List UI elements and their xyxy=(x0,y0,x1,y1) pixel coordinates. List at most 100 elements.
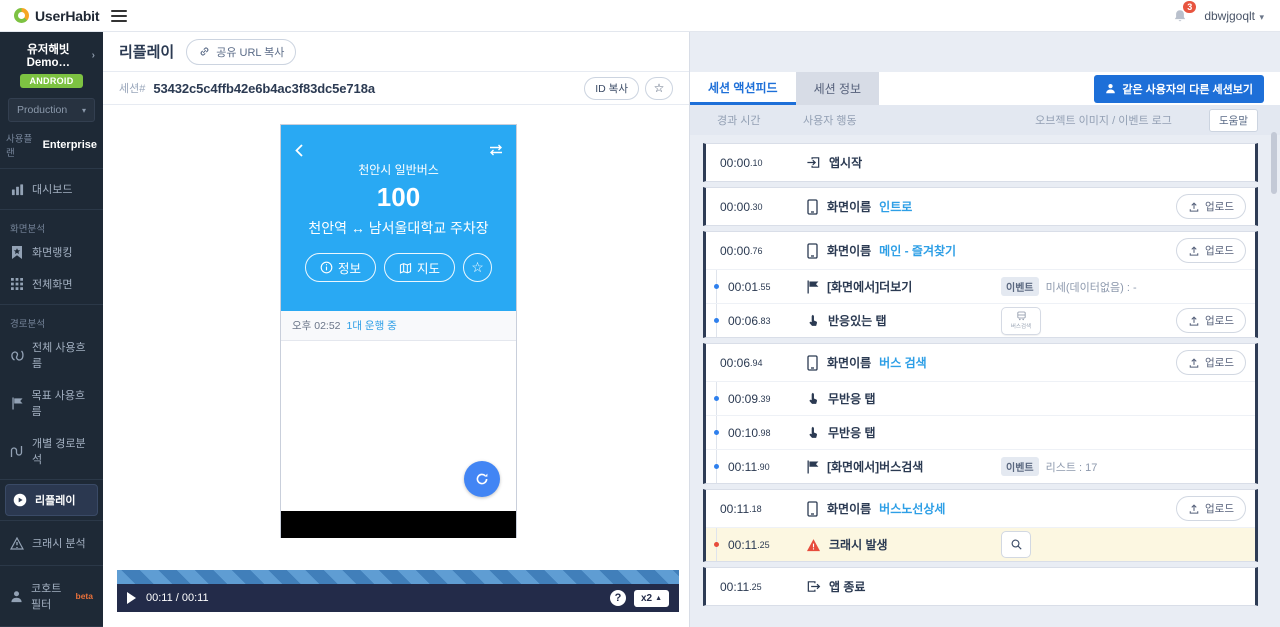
sidebar-item-cohort-filter[interactable]: 코호트 필터 beta xyxy=(0,572,103,620)
upload-button[interactable]: 업로드 xyxy=(1176,238,1246,263)
sidebar-item-crash-analysis[interactable]: 크래시 분석 xyxy=(0,527,103,559)
smartphone-icon xyxy=(807,500,818,517)
upload-icon xyxy=(1189,201,1199,212)
upload-button[interactable]: 업로드 xyxy=(1176,350,1246,375)
other-sessions-button[interactable]: 같은 사용자의 다른 세션보기 xyxy=(1094,74,1264,103)
timeline-dot xyxy=(714,396,719,401)
notification-count-badge: 3 xyxy=(1183,0,1197,13)
app-body xyxy=(281,341,516,511)
upload-icon xyxy=(1189,503,1199,514)
flag-icon xyxy=(10,397,24,410)
playback-speed-button[interactable]: x2 ▲ xyxy=(633,589,669,607)
feed-group: 00:11.18 화면이름 버스노선상세 업로드 00:11.25 크래시 발생 xyxy=(703,489,1258,562)
screen-name-link[interactable]: 메인 - 즐겨찾기 xyxy=(879,242,956,259)
beta-badge: beta xyxy=(75,591,93,601)
feed-row-app-start[interactable]: 00:00.10 앱시작 xyxy=(706,144,1255,181)
timeline-dot xyxy=(714,430,719,435)
environment-select[interactable]: Production ▾ xyxy=(8,98,95,122)
feed-row-app-end[interactable]: 00:11.25 앱 종료 xyxy=(706,568,1255,605)
feed-row-tap[interactable]: 00:10.98 무반응 탭 xyxy=(706,415,1255,449)
warning-triangle-icon xyxy=(10,536,24,550)
userhabit-logo-icon xyxy=(14,8,29,23)
upload-button[interactable]: 업로드 xyxy=(1176,496,1246,521)
feed-row-crash[interactable]: 00:11.25 크래시 발생 xyxy=(706,527,1255,561)
feed-row-event[interactable]: 00:11.90 [화면에서]버스검색 이벤트 리스트 : 17 xyxy=(706,449,1255,483)
username: dbwjgoqlt xyxy=(1204,8,1256,23)
link-icon xyxy=(200,47,209,56)
tab-session-info[interactable]: 세션 정보 xyxy=(795,72,880,105)
play-button[interactable] xyxy=(127,592,136,604)
sidebar-item-all-flow[interactable]: 전체 사용흐름 xyxy=(0,331,103,379)
thumbnail-label: 버스검색 xyxy=(1010,324,1032,330)
map-button: 지도 xyxy=(384,253,456,282)
bus-icon xyxy=(1016,311,1026,321)
question-mark-icon: ? xyxy=(614,592,622,604)
screen-name-link[interactable]: 인트로 xyxy=(879,198,912,215)
player-progress-bar[interactable] xyxy=(117,570,679,584)
bus-category: 천안시 일반버스 xyxy=(358,163,439,177)
smartphone-icon xyxy=(807,242,818,259)
app-selector[interactable]: 유저해빗 Demo… › xyxy=(8,41,95,69)
feed-scrollbar[interactable] xyxy=(1271,132,1277,194)
flow-loop-icon xyxy=(10,349,24,362)
chevron-down-icon: ▾ xyxy=(1259,11,1264,22)
sidebar-item-screen-ranking[interactable]: 화면랭킹 xyxy=(0,236,103,268)
sidebar-item-goal-flow[interactable]: 목표 사용흐름 xyxy=(0,379,103,427)
chevron-up-icon: ▲ xyxy=(655,594,662,602)
hamburger-menu-icon[interactable] xyxy=(111,7,128,25)
share-url-button[interactable]: 공유 URL 복사 xyxy=(186,38,297,65)
timeline-dot-crash xyxy=(714,542,719,547)
smartphone-icon xyxy=(807,198,818,215)
feed-row-screen[interactable]: 00:00.76 화면이름 메인 - 즐겨찾기 업로드 xyxy=(706,232,1255,269)
bus-route-number: 100 xyxy=(376,182,421,212)
feed-row-screen[interactable]: 00:11.18 화면이름 버스노선상세 업로드 xyxy=(706,490,1255,527)
sidebar-item-individual-path[interactable]: 개별 경로분석 xyxy=(0,427,103,475)
bookmark-star-icon xyxy=(10,245,24,259)
section-path-analysis: 경로분석 xyxy=(10,319,45,330)
upload-button[interactable]: 업로드 xyxy=(1176,308,1246,333)
brand[interactable]: UserHabit xyxy=(0,8,100,24)
grid-icon xyxy=(10,278,24,290)
screen-name-link[interactable]: 버스 검색 xyxy=(879,354,927,371)
flag-icon xyxy=(807,280,819,293)
notifications-button[interactable]: 3 xyxy=(1172,0,1197,24)
sidebar-item-replay[interactable]: 리플레이 xyxy=(5,484,98,516)
feed-column-headers: 경과 시간 사용자 행동 오브젝트 이미지 / 이벤트 로그 도움말 xyxy=(690,105,1280,135)
smartphone-icon xyxy=(807,354,818,371)
user-menu[interactable]: dbwjgoqlt ▾ xyxy=(1204,7,1264,25)
person-icon xyxy=(1106,84,1116,94)
back-arrow-icon xyxy=(293,143,305,158)
info-icon xyxy=(320,261,333,274)
upload-button[interactable]: 업로드 xyxy=(1176,194,1246,219)
session-id: 53432c5c4ffb42e6b4ac3f83dc5e718a xyxy=(153,80,375,96)
tab-action-feed[interactable]: 세션 액션피드 xyxy=(690,72,796,105)
crash-detail-button[interactable] xyxy=(1001,531,1031,558)
replay-player: 00:11 / 00:11 ? x2 ▲ xyxy=(117,570,679,612)
platform-badge: ANDROID xyxy=(20,74,83,88)
bus-route-description: 천안역 ↔ 남서울대학교 주차장 xyxy=(308,220,489,236)
sidebar-item-dashboard[interactable]: 대시보드 xyxy=(0,173,103,205)
page-title: 리플레이 xyxy=(119,44,175,61)
help-button[interactable]: 도움말 xyxy=(1209,108,1258,132)
player-help-button[interactable]: ? xyxy=(609,590,626,606)
feed-group: 00:00.76 화면이름 메인 - 즐겨찾기 업로드 00:01.55 [화면… xyxy=(703,231,1258,338)
id-copy-button[interactable]: ID 복사 xyxy=(584,76,639,100)
feed-row-screen[interactable]: 00:00.30 화면이름 인트로 업로드 xyxy=(706,188,1255,225)
favorite-route-button: ☆ xyxy=(463,253,493,282)
feed-row-event[interactable]: 00:01.55 [화면에서]더보기 이벤트 미세(데이터없음) : - xyxy=(706,269,1255,303)
screen-name-link[interactable]: 버스노선상세 xyxy=(879,500,945,517)
feed-row-tap[interactable]: 00:06.83 반응있는 탭 버스검색 업로드 xyxy=(706,303,1255,337)
favorite-session-button[interactable]: ☆ xyxy=(645,76,673,100)
sidebar-item-all-screens[interactable]: 전체화면 xyxy=(0,268,103,300)
feed-group: 00:00.30 화면이름 인트로 업로드 xyxy=(703,187,1258,226)
feed-row-screen[interactable]: 00:06.94 화면이름 버스 검색 업로드 xyxy=(706,344,1255,381)
person-icon xyxy=(10,590,23,603)
feed-row-tap[interactable]: 00:09.39 무반응 탭 xyxy=(706,381,1255,415)
feed-group: 00:00.10 앱시작 xyxy=(703,143,1258,182)
timeline-dot xyxy=(714,464,719,469)
path-wave-icon xyxy=(10,445,24,458)
event-badge: 이벤트 xyxy=(1001,457,1039,476)
column-elapsed-time: 경과 시간 xyxy=(717,115,761,127)
object-image-thumbnail[interactable]: 버스검색 xyxy=(1001,306,1041,335)
section-screen-analysis: 화면분석 xyxy=(10,224,45,235)
